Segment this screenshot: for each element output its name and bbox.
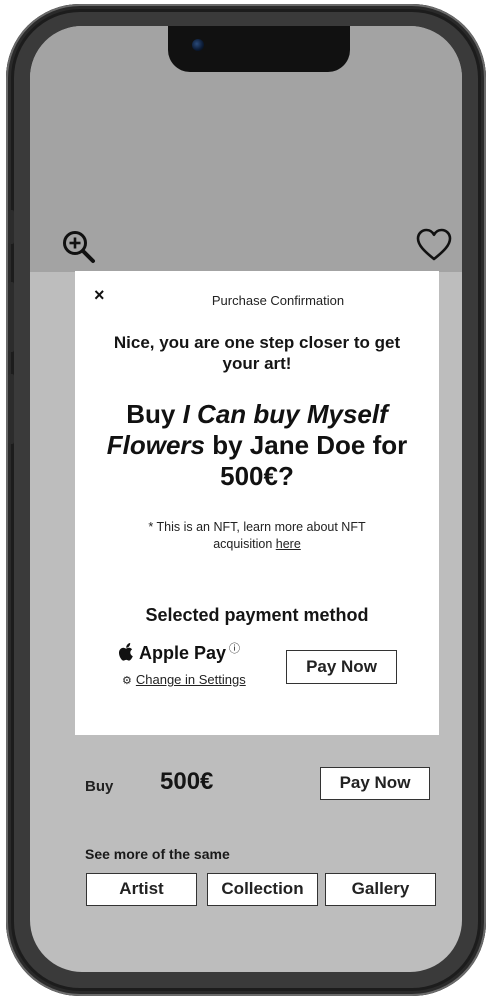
purchase-confirmation-modal: × Purchase Confirmation Nice, you are on…: [75, 271, 439, 735]
app-screen: × Purchase Confirmation Nice, you are on…: [30, 26, 462, 972]
modal-pay-now-button[interactable]: Pay Now: [286, 650, 397, 684]
collection-button[interactable]: Collection: [207, 873, 318, 906]
nft-note: * This is an NFT, learn more about NFT a…: [125, 519, 389, 553]
nft-info-link[interactable]: here: [276, 537, 301, 551]
heart-icon[interactable]: [416, 228, 452, 262]
modal-subtitle: Nice, you are one step closer to get you…: [113, 333, 401, 373]
phone-notch: [168, 26, 350, 72]
gear-icon: ⚙: [122, 675, 132, 687]
apple-logo-icon: [118, 643, 133, 661]
payment-method-heading: Selected payment method: [145, 605, 369, 625]
artist-button[interactable]: Artist: [86, 873, 197, 906]
gallery-button[interactable]: Gallery: [325, 873, 436, 906]
headline-artist: by Jane Doe for: [204, 430, 408, 460]
artwork-price: 500€: [160, 768, 214, 795]
silent-switch: [8, 210, 14, 244]
modal-title: Purchase Confirmation: [211, 293, 345, 308]
volume-up-button: [8, 282, 14, 352]
headline-prefix: Buy: [126, 399, 183, 429]
nft-note-text: * This is an NFT, learn more about NFT a…: [148, 520, 366, 551]
change-in-settings-link[interactable]: Change in Settings: [136, 672, 246, 687]
change-settings-row: ⚙ Change in Settings: [122, 672, 246, 687]
info-icon[interactable]: ⓘ: [229, 643, 240, 655]
camera-icon: [192, 39, 204, 51]
volume-down-button: [8, 374, 14, 444]
buy-label: Buy: [85, 778, 114, 795]
see-more-label: See more of the same: [85, 846, 230, 862]
pay-now-button[interactable]: Pay Now: [320, 767, 430, 800]
zoom-in-icon[interactable]: [62, 230, 96, 264]
purchase-headline: Buy I Can buy Myself Flowers by Jane Doe…: [89, 399, 425, 492]
payment-method-label: Apple Pay: [139, 643, 227, 663]
payment-method: Apple Pay ⓘ: [118, 640, 240, 664]
headline-price: 500€?: [220, 461, 294, 491]
